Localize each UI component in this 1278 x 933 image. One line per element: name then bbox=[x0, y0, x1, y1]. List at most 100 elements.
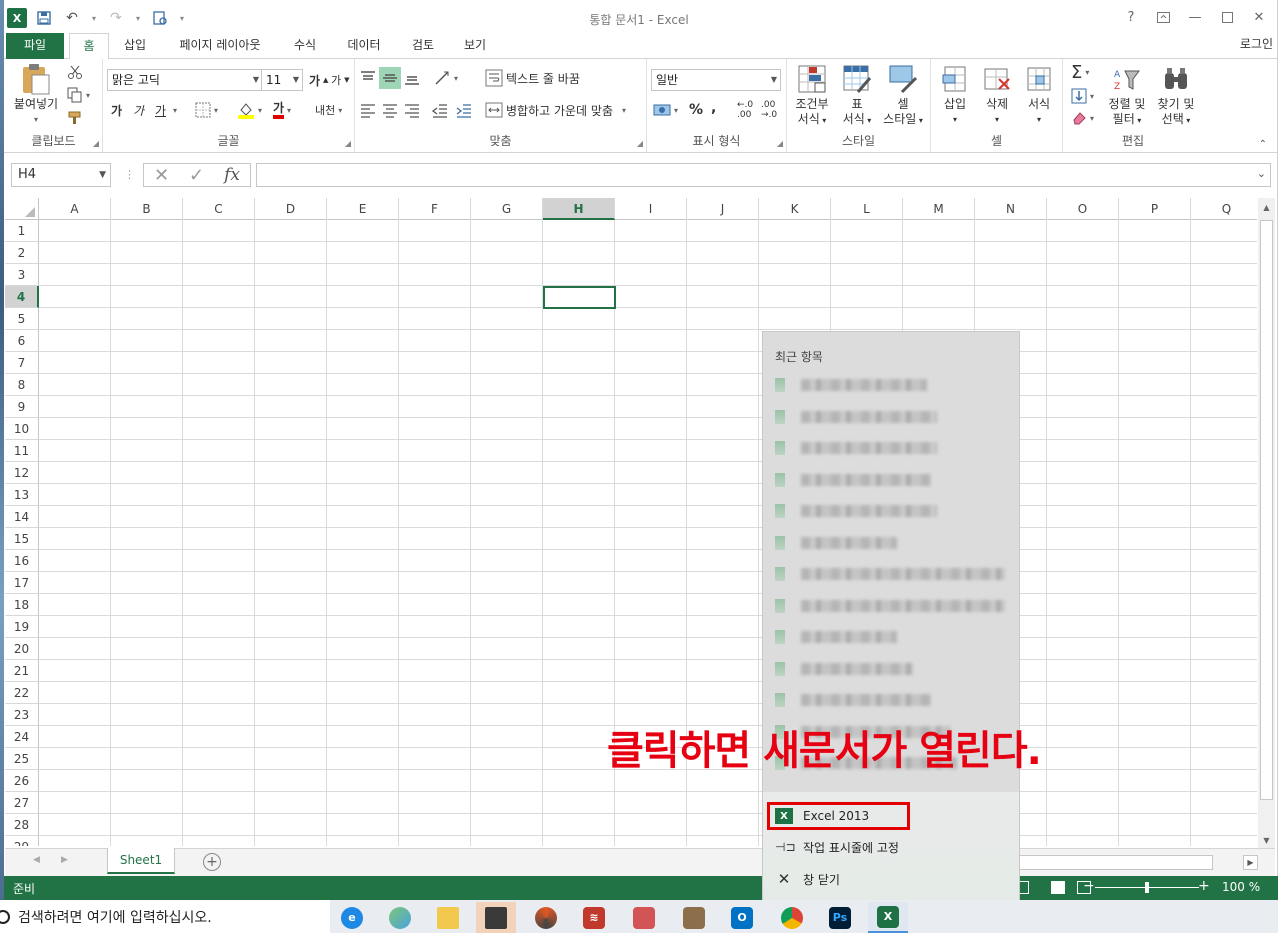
scroll-up-icon[interactable]: ▲ bbox=[1259, 200, 1274, 215]
cut-icon[interactable] bbox=[67, 61, 83, 83]
column-header[interactable]: M bbox=[903, 198, 975, 220]
sheet-tab-sheet1[interactable]: Sheet1 bbox=[107, 848, 175, 874]
scrollbar-thumb[interactable] bbox=[1260, 220, 1273, 800]
taskbar-internet-explorer[interactable]: e bbox=[332, 902, 372, 933]
taskbar-screen-capture[interactable] bbox=[624, 902, 664, 933]
jump-list-recent-item[interactable] bbox=[775, 626, 1015, 648]
align-bottom-icon[interactable] bbox=[403, 67, 421, 89]
increase-decimal-icon[interactable]: ←.0.00 bbox=[737, 99, 753, 121]
jump-list-recent-item[interactable] bbox=[775, 500, 1015, 522]
column-header[interactable]: J bbox=[687, 198, 759, 220]
jump-list-recent-item[interactable] bbox=[775, 469, 1015, 491]
insert-function-icon[interactable]: fx bbox=[224, 165, 240, 185]
column-header[interactable]: D bbox=[255, 198, 327, 220]
column-header[interactable]: L bbox=[831, 198, 903, 220]
taskbar-outlook[interactable]: O bbox=[722, 902, 762, 933]
row-header[interactable]: 24 bbox=[5, 726, 39, 748]
row-header[interactable]: 20 bbox=[5, 638, 39, 660]
column-header[interactable]: H bbox=[543, 198, 615, 220]
number-format-combo[interactable]: 일반 ▼ bbox=[651, 69, 781, 91]
wrap-text-button[interactable]: 텍스트 줄 바꿈 bbox=[485, 67, 580, 89]
taskbar-chrome[interactable] bbox=[772, 902, 812, 933]
tab-view[interactable]: 보기 bbox=[455, 33, 495, 59]
select-all-button[interactable] bbox=[5, 198, 39, 220]
row-header[interactable]: 1 bbox=[5, 220, 39, 242]
italic-button[interactable]: 가 bbox=[133, 99, 144, 121]
alignment-dialog-launcher-icon[interactable]: ◢ bbox=[637, 139, 643, 148]
clear-icon[interactable]: ▾ bbox=[1071, 107, 1094, 129]
scroll-right-icon[interactable]: ▶ bbox=[1243, 855, 1258, 870]
column-header[interactable]: E bbox=[327, 198, 399, 220]
help-icon[interactable]: ? bbox=[1117, 6, 1145, 28]
column-header[interactable]: F bbox=[399, 198, 471, 220]
zoom-in-icon[interactable]: + bbox=[1198, 878, 1210, 894]
format-as-table-button[interactable]: 표 서식 ▾ bbox=[835, 63, 879, 128]
jump-list-close-window[interactable]: ✕ 창 닫기 bbox=[775, 866, 840, 892]
column-header[interactable]: A bbox=[39, 198, 111, 220]
font-dialog-launcher-icon[interactable]: ◢ bbox=[345, 139, 351, 148]
formula-bar-grip-icon[interactable]: ⋮ bbox=[124, 168, 135, 181]
align-right-icon[interactable] bbox=[403, 99, 421, 121]
decrease-indent-icon[interactable] bbox=[431, 99, 449, 121]
font-size-combo[interactable]: 11 ▼ bbox=[261, 69, 303, 91]
row-header[interactable]: 27 bbox=[5, 792, 39, 814]
row-header[interactable]: 21 bbox=[5, 660, 39, 682]
column-header[interactable]: P bbox=[1119, 198, 1191, 220]
tab-file[interactable]: 파일 bbox=[6, 33, 64, 59]
taskbar-search-box[interactable]: 검색하려면 여기에 입력하십시오. bbox=[0, 900, 330, 933]
row-header[interactable]: 6 bbox=[5, 330, 39, 352]
tab-home[interactable]: 홈 bbox=[69, 33, 109, 60]
row-header[interactable]: 2 bbox=[5, 242, 39, 264]
sheet-next-icon[interactable]: ▶ bbox=[61, 855, 68, 865]
format-cells-button[interactable]: 서식 ▾ bbox=[1019, 63, 1059, 127]
taskbar-messenger[interactable] bbox=[380, 902, 420, 933]
collapse-ribbon-icon[interactable]: ⌃ bbox=[1259, 139, 1267, 150]
name-box[interactable]: H4 ▼ bbox=[11, 163, 111, 187]
jump-list-recent-item[interactable] bbox=[775, 406, 1015, 428]
jump-list-recent-item[interactable] bbox=[775, 437, 1015, 459]
conditional-formatting-button[interactable]: 조건부 서식 ▾ bbox=[789, 63, 835, 128]
delete-cells-button[interactable]: 삭제 ▾ bbox=[977, 63, 1017, 127]
underline-button[interactable]: 가 bbox=[155, 99, 166, 121]
grow-font-button[interactable]: 가 ▲ bbox=[309, 69, 328, 91]
cell-styles-button[interactable]: 셀 스타일 ▾ bbox=[877, 63, 929, 128]
sign-in-link[interactable]: 로그인 bbox=[1240, 35, 1273, 52]
paste-button[interactable]: 붙여넣기 ▾ bbox=[7, 63, 65, 127]
column-header[interactable]: B bbox=[111, 198, 183, 220]
row-header[interactable]: 12 bbox=[5, 462, 39, 484]
insert-cells-button[interactable]: 삽입 ▾ bbox=[935, 63, 975, 127]
fill-icon[interactable]: ▾ bbox=[1071, 85, 1094, 107]
row-header[interactable]: 10 bbox=[5, 418, 39, 440]
taskbar-wifi-app[interactable]: ≋ bbox=[574, 902, 614, 933]
comma-style-button[interactable]: , bbox=[711, 97, 716, 119]
row-header[interactable]: 14 bbox=[5, 506, 39, 528]
column-header[interactable]: C bbox=[183, 198, 255, 220]
close-icon[interactable]: ✕ bbox=[1245, 6, 1273, 28]
row-header[interactable]: 3 bbox=[5, 264, 39, 286]
format-painter-icon[interactable] bbox=[67, 107, 83, 129]
shrink-font-button[interactable]: 가 ▼ bbox=[331, 69, 350, 91]
underline-dropdown-icon[interactable]: ▾ bbox=[173, 99, 177, 121]
align-top-icon[interactable] bbox=[359, 67, 377, 89]
fill-color-icon[interactable]: ▾ bbox=[237, 99, 262, 121]
jump-list-pin-to-taskbar[interactable]: ⊣⊐ 작업 표시줄에 고정 bbox=[775, 834, 899, 860]
merge-center-button[interactable]: 병합하고 가운데 맞춤 ▾ bbox=[485, 99, 626, 121]
zoom-out-icon[interactable]: − bbox=[1083, 878, 1095, 894]
confirm-entry-icon[interactable]: ✓ bbox=[189, 165, 204, 186]
sort-filter-button[interactable]: AZ 정렬 및 필터 ▾ bbox=[1103, 63, 1151, 128]
jump-list-recent-item[interactable] bbox=[775, 658, 1015, 680]
column-header[interactable]: K bbox=[759, 198, 831, 220]
font-color-icon[interactable]: 가 ▾ bbox=[273, 99, 291, 121]
row-header[interactable]: 18 bbox=[5, 594, 39, 616]
row-header[interactable]: 29 bbox=[5, 836, 39, 846]
row-header[interactable]: 15 bbox=[5, 528, 39, 550]
borders-icon[interactable]: ▾ bbox=[195, 99, 218, 121]
number-dialog-launcher-icon[interactable]: ◢ bbox=[777, 139, 783, 148]
add-sheet-icon[interactable]: + bbox=[203, 853, 221, 871]
taskbar-sticky-app[interactable] bbox=[476, 902, 516, 933]
jump-list-recent-item[interactable] bbox=[775, 689, 1015, 711]
copy-icon[interactable]: ▾ bbox=[67, 84, 90, 106]
page-layout-view-icon[interactable] bbox=[1051, 881, 1065, 894]
jump-list-recent-item[interactable] bbox=[775, 595, 1015, 617]
clipboard-dialog-launcher-icon[interactable]: ◢ bbox=[93, 139, 99, 148]
